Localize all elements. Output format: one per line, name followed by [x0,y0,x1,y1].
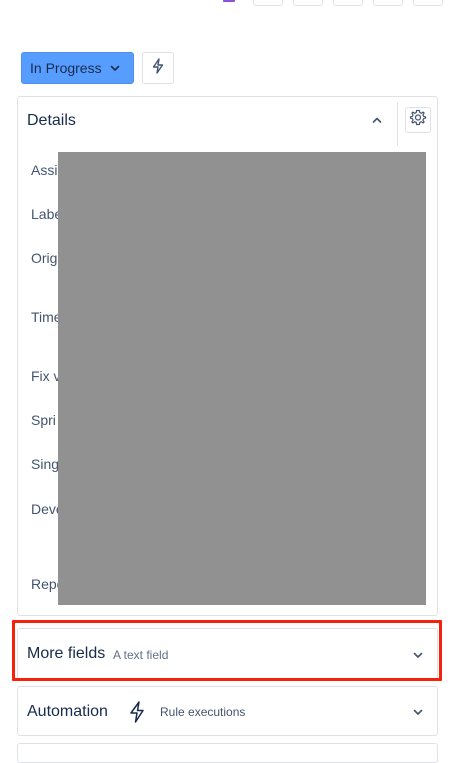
gear-icon [409,109,427,132]
toolbar-button-2[interactable] [293,0,323,6]
top-toolbar [0,0,460,8]
redacted-area [58,152,426,605]
configure-button[interactable] [405,107,431,133]
automation-subtitle: Rule executions [160,705,246,719]
chevron-down-icon [109,62,121,74]
toolbar-button-1[interactable] [253,0,283,6]
automation-panel[interactable]: Automation Rule executions [17,686,438,736]
status-label: In Progress [30,60,102,76]
lightning-icon [128,701,146,723]
header-divider [397,102,398,146]
automation-title: Automation [27,703,108,720]
chevron-down-icon[interactable] [410,704,426,720]
next-panel[interactable] [17,743,438,763]
highlight-box [12,620,442,681]
priority-indicator [223,0,235,2]
toolbar-button-3[interactable] [333,0,363,6]
details-panel: Details Assi Labe Orig Time Fix v Spri S… [17,96,438,616]
chevron-up-icon[interactable] [368,111,386,129]
details-title: Details [27,112,76,129]
details-header[interactable]: Details [18,97,437,146]
toolbar-button-5[interactable] [413,0,443,6]
actions-button[interactable] [142,52,174,84]
toolbar-button-4[interactable] [373,0,403,6]
status-dropdown[interactable]: In Progress [21,52,134,84]
lightning-icon [151,57,165,79]
